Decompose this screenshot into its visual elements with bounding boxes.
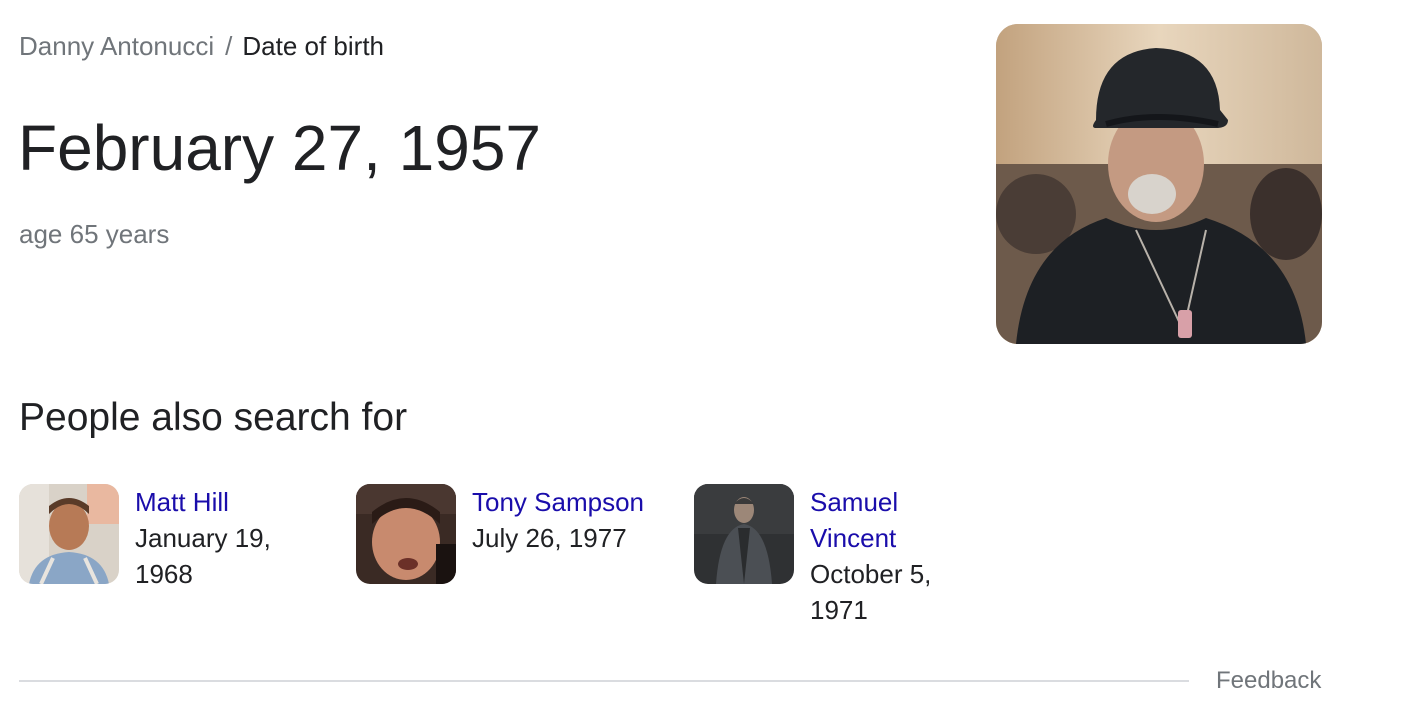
person-thumbnail[interactable] xyxy=(694,484,794,584)
answer-value: February 27, 1957 xyxy=(18,112,541,184)
person-info: Tony Sampson July 26, 1977 xyxy=(472,484,647,556)
person-card-tony-sampson[interactable]: Tony Sampson July 26, 1977 xyxy=(356,484,656,634)
person-card-matt-hill[interactable]: Matt Hill January 19, 1968 xyxy=(19,484,319,634)
person-photo xyxy=(19,484,119,584)
breadcrumb-parent-link[interactable]: Danny Antonucci xyxy=(19,31,214,61)
person-photo xyxy=(356,484,456,584)
person-name-link[interactable]: Samuel Vincent xyxy=(810,484,960,556)
person-name-link[interactable]: Tony Sampson xyxy=(472,484,647,520)
person-date: July 26, 1977 xyxy=(472,523,627,553)
answer-subtext: age 65 years xyxy=(19,219,170,249)
person-photo xyxy=(694,484,794,584)
person-thumbnail[interactable] xyxy=(356,484,456,584)
feedback-link[interactable]: Feedback xyxy=(1216,665,1321,697)
profile-photo[interactable] xyxy=(996,24,1322,344)
section-title: People also search for xyxy=(19,396,408,439)
person-date: October 5, 1971 xyxy=(810,559,932,625)
person-info: Samuel Vincent October 5, 1971 xyxy=(810,484,960,628)
profile-photo-image xyxy=(996,24,1322,344)
breadcrumb-current: Date of birth xyxy=(242,31,385,61)
person-thumbnail[interactable] xyxy=(19,484,119,584)
person-card-samuel-vincent[interactable]: Samuel Vincent October 5, 1971 xyxy=(694,484,994,634)
person-info: Matt Hill January 19, 1968 xyxy=(135,484,303,592)
breadcrumb: Danny Antonucci / Date of birth xyxy=(19,30,384,62)
breadcrumb-separator: / xyxy=(225,31,233,61)
person-name-link[interactable]: Matt Hill xyxy=(135,484,303,520)
person-date: January 19, 1968 xyxy=(135,523,271,589)
footer-divider xyxy=(19,680,1189,682)
